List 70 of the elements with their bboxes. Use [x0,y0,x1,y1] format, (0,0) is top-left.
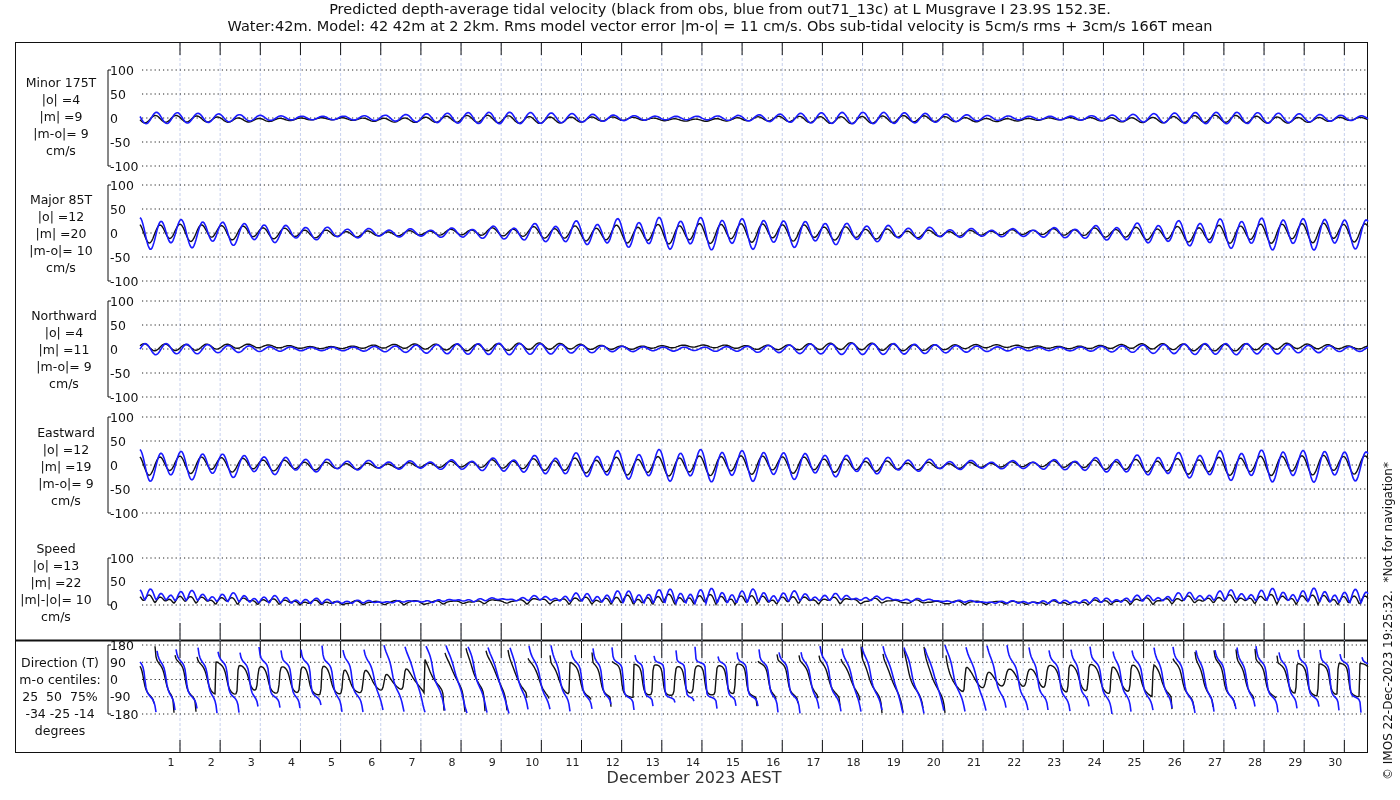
day-label: 4 [287,756,295,769]
panel-label: Eastward |o| =12 |m| =19 |m-o|= 9 cm/s [37,425,95,508]
panel-label: Direction (T) m-o centiles: 25 50 75% -34 -25 -14 degrees [19,655,101,738]
y-tick-label: 100 [110,409,134,425]
y-tick-label: 50 [110,201,126,217]
x-axis-label: December 2023 AEST [606,768,782,787]
y-tick-label: -100 [110,273,139,289]
day-label: 30 [1328,756,1343,769]
y-tick-label: 100 [110,177,134,193]
y-tick-label: -50 [110,134,131,150]
day-label: 5 [328,756,336,769]
y-tick-label: -100 [110,505,139,521]
y-tick-label: -50 [110,249,131,265]
y-tick-label: 50 [110,317,126,333]
day-label: 7 [408,756,416,769]
day-label: 28 [1248,756,1263,769]
day-label: 16 [766,756,781,769]
day-label: 12 [605,756,620,769]
y-tick-label: -180 [110,706,139,722]
y-axis [107,644,112,715]
y-tick-label: 100 [110,293,134,309]
day-label: 25 [1127,756,1142,769]
y-tick-label: 0 [110,672,118,687]
day-label: 8 [448,756,456,769]
y-tick-label: 0 [110,597,118,613]
copyright-note: © IMOS 22-Dec-2023 19:25:32. *Not for navigation* [1381,462,1395,780]
y-tick-label: 0 [110,341,118,357]
day-label: 14 [685,756,700,769]
y-tick-label: -50 [110,481,131,497]
day-label: 10 [525,756,540,769]
day-label: 21 [967,756,981,769]
y-tick-label: 100 [110,550,134,566]
day-label: 23 [1047,756,1062,769]
y-tick-label: 90 [110,654,126,670]
day-label: 26 [1167,756,1182,769]
chart-title: Predicted depth-average tidal velocity (black from obs, blue from out71_13c) at L Musgrave I 23.9S 152.3E. [329,1,1111,17]
day-label: 19 [886,756,901,769]
day-label: 13 [645,756,660,769]
panel-label: Northward |o| =4 |m| =11 |m-o|= 9 cm/s [31,308,97,391]
y-tick-label: 50 [110,86,126,102]
y-axis [107,557,112,606]
day-label: 3 [247,756,255,769]
y-tick-label: -50 [110,365,131,381]
y-tick-label: 0 [110,457,118,473]
y-tick-label: 0 [110,225,118,241]
y-tick-label: -100 [110,158,139,174]
y-tick-label: 50 [110,574,126,589]
day-label: 15 [726,756,741,769]
day-label: 24 [1087,756,1102,769]
panel-label: Speed |o| =13 |m| =22 |m|-|o|= 10 cm/s [20,541,92,624]
panel-label: Major 85T |o| =12 |m| =20 |m-o|= 10 cm/s [29,192,93,275]
day-label: 2 [207,756,215,769]
y-tick-label: -90 [110,689,131,705]
y-tick-label: 50 [110,433,126,449]
day-label: 18 [846,756,861,769]
chart-title: Water:42m. Model: 42 42m at 2 2km. Rms model vector error |m-o| = 11 cm/s. Obs sub-tidal velocity is 5cm/s rms + 3cm/s 166T mean [227,18,1213,34]
day-label: 6 [368,756,376,769]
day-label: 11 [565,756,580,769]
panel-label: Minor 175T |o| =4 |m| =9 |m-o|= 9 cm/s [25,75,97,158]
y-tick-label: 180 [110,637,134,653]
y-tick-label: 0 [110,110,118,126]
day-label: 29 [1288,756,1303,769]
day-label: 20 [926,756,941,769]
day-label: 22 [1007,756,1022,769]
day-label: 9 [488,756,496,769]
y-tick-label: -100 [110,389,139,405]
day-label: 17 [806,756,821,769]
day-label: 1 [167,756,175,769]
day-label: 27 [1207,756,1222,769]
y-tick-label: 100 [110,62,134,78]
